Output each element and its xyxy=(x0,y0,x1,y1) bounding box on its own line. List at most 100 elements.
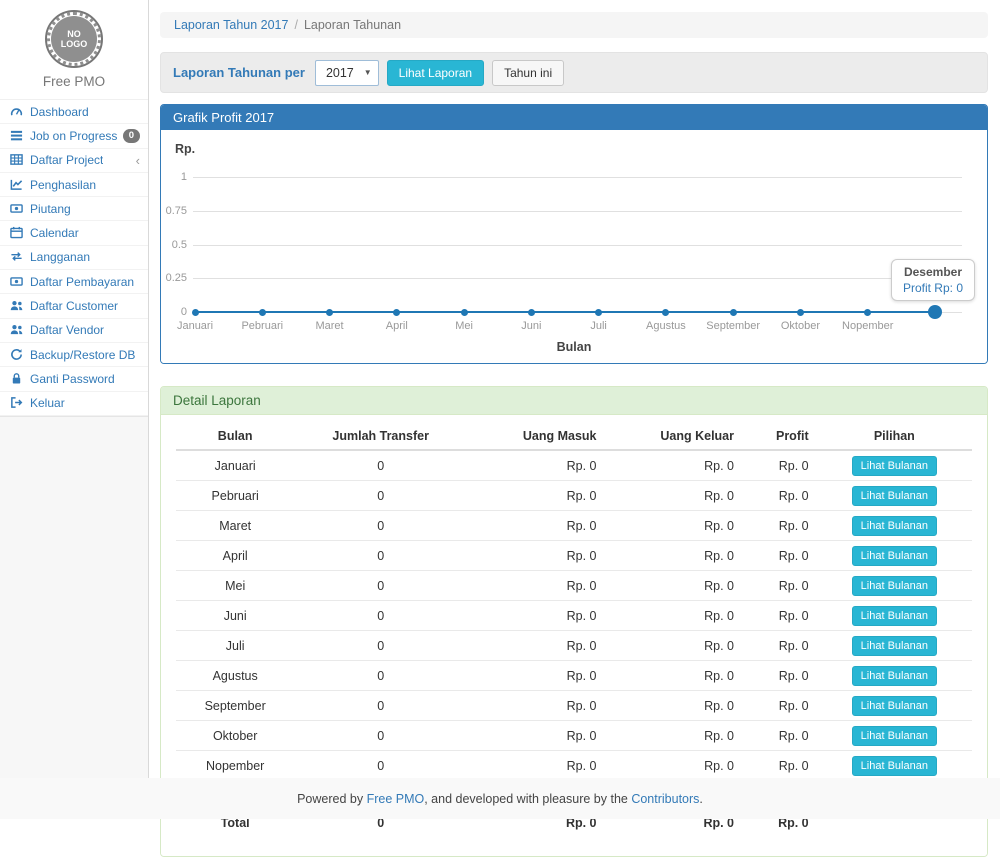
uang-keluar-cell: Rp. 0 xyxy=(605,631,743,661)
lihat-bulanan-button[interactable]: Lihat Bulanan xyxy=(852,546,937,566)
lihat-laporan-button[interactable]: Lihat Laporan xyxy=(387,60,484,86)
uang-masuk-cell: Rp. 0 xyxy=(467,481,605,511)
footer-text: Powered by Free PMO, and developed with … xyxy=(297,792,703,806)
tooltip-title: Desember xyxy=(903,265,963,279)
sidebar-item-label: Daftar Project xyxy=(30,153,103,167)
sidebar-item-langganan[interactable]: Langganan xyxy=(0,246,148,270)
sidebar-item-label: Keluar xyxy=(30,396,65,410)
x-axis-tick: Mei xyxy=(429,320,499,332)
x-axis-tick: Nopember xyxy=(833,320,903,332)
uang-keluar-cell: Rp. 0 xyxy=(605,601,743,631)
profit-cell: Rp. 0 xyxy=(742,721,817,751)
lihat-bulanan-button[interactable]: Lihat Bulanan xyxy=(852,516,937,536)
month-cell: Januari xyxy=(176,450,294,481)
profit-cell: Rp. 0 xyxy=(742,481,817,511)
lihat-bulanan-button[interactable]: Lihat Bulanan xyxy=(852,726,937,746)
sidebar: NO LOGO Free PMO Dashboard Job on Progres… xyxy=(0,0,149,778)
refresh-icon xyxy=(10,348,24,362)
column-header: Uang Masuk xyxy=(467,423,605,450)
sidebar-item-daftar-project[interactable]: Daftar Project‹ xyxy=(0,149,148,173)
sidebar-item-penghasilan[interactable]: Penghasilan xyxy=(0,173,148,197)
contributors-link[interactable]: Contributors xyxy=(631,792,699,806)
uang-masuk-cell: Rp. 0 xyxy=(467,751,605,781)
logo-block: NO LOGO Free PMO xyxy=(0,0,148,99)
sidebar-item-piutang[interactable]: Piutang xyxy=(0,197,148,221)
breadcrumb-link[interactable]: Laporan Tahun 2017 xyxy=(174,18,288,32)
lihat-bulanan-button[interactable]: Lihat Bulanan xyxy=(852,486,937,506)
sidebar-item-daftar-customer[interactable]: Daftar Customer xyxy=(0,294,148,318)
sidebar-item-ganti-password[interactable]: Ganti Password xyxy=(0,367,148,391)
data-point xyxy=(928,305,942,319)
no-logo-text: NO LOGO xyxy=(61,29,88,50)
data-point xyxy=(393,309,400,316)
tooltip-value: Profit Rp: 0 xyxy=(903,281,963,295)
sidebar-item-label: Daftar Customer xyxy=(30,299,118,313)
jumlah-transfer-cell: 0 xyxy=(294,541,467,571)
jumlah-transfer-cell: 0 xyxy=(294,631,467,661)
pilihan-cell: Lihat Bulanan xyxy=(817,721,972,751)
report-toolbar: Laporan Tahunan per 2017 ▼ Lihat Laporan… xyxy=(160,52,988,93)
sign-out-icon xyxy=(10,396,24,410)
y-axis-tick: 0.25 xyxy=(161,272,187,284)
lihat-bulanan-button[interactable]: Lihat Bulanan xyxy=(852,576,937,596)
profit-cell: Rp. 0 xyxy=(742,571,817,601)
data-point xyxy=(595,309,602,316)
profit-cell: Rp. 0 xyxy=(742,631,817,661)
page: NO LOGO Free PMO Dashboard Job on Progres… xyxy=(0,0,1000,819)
table-row: Pebruari0Rp. 0Rp. 0Rp. 0Lihat Bulanan xyxy=(176,481,972,511)
sidebar-item-dashboard[interactable]: Dashboard xyxy=(0,100,148,124)
month-cell: Mei xyxy=(176,571,294,601)
profit-cell: Rp. 0 xyxy=(742,691,817,721)
uang-keluar-cell: Rp. 0 xyxy=(605,571,743,601)
sidebar-item-backup-restore-db[interactable]: Backup/Restore DB xyxy=(0,343,148,367)
column-header: Uang Keluar xyxy=(605,423,743,450)
month-cell: Pebruari xyxy=(176,481,294,511)
uang-masuk-cell: Rp. 0 xyxy=(467,601,605,631)
no-logo-seal: NO LOGO xyxy=(45,10,103,68)
sidebar-item-calendar[interactable]: Calendar xyxy=(0,221,148,245)
sidebar-item-keluar[interactable]: Keluar xyxy=(0,392,148,416)
sidebar-item-job-on-progress[interactable]: Job on Progress0 xyxy=(0,124,148,148)
month-cell: Juni xyxy=(176,601,294,631)
lihat-bulanan-button[interactable]: Lihat Bulanan xyxy=(852,636,937,656)
sidebar-item-label: Dashboard xyxy=(30,105,89,119)
sidebar-item-daftar-pembayaran[interactable]: Daftar Pembayaran xyxy=(0,270,148,294)
lock-icon xyxy=(10,372,24,386)
detail-table: BulanJumlah TransferUang MasukUang Kelua… xyxy=(176,423,972,834)
uang-keluar-cell: Rp. 0 xyxy=(605,691,743,721)
profit-cell: Rp. 0 xyxy=(742,751,817,781)
x-axis-tick: Januari xyxy=(160,320,230,332)
footer-suffix: . xyxy=(699,792,702,806)
lihat-bulanan-button[interactable]: Lihat Bulanan xyxy=(852,666,937,686)
table-row: Agustus0Rp. 0Rp. 0Rp. 0Lihat Bulanan xyxy=(176,661,972,691)
year-select[interactable]: 2017 ▼ xyxy=(315,60,379,86)
sidebar-item-label: Penghasilan xyxy=(30,178,96,192)
main-content: Laporan Tahun 2017/Laporan Tahunan Lapor… xyxy=(150,0,1000,778)
sidebar-item-label: Piutang xyxy=(30,202,71,216)
sidebar-item-label: Job on Progress xyxy=(30,129,117,143)
retweet-icon xyxy=(10,250,24,264)
table-row: Mei0Rp. 0Rp. 0Rp. 0Lihat Bulanan xyxy=(176,571,972,601)
calendar-icon xyxy=(10,226,24,240)
jumlah-transfer-cell: 0 xyxy=(294,601,467,631)
lihat-bulanan-button[interactable]: Lihat Bulanan xyxy=(852,606,937,626)
lihat-bulanan-button[interactable]: Lihat Bulanan xyxy=(852,456,937,476)
profit-line xyxy=(195,311,935,313)
lihat-bulanan-button[interactable]: Lihat Bulanan xyxy=(852,756,937,776)
uang-masuk-cell: Rp. 0 xyxy=(467,571,605,601)
data-point xyxy=(326,309,333,316)
sidebar-item-daftar-vendor[interactable]: Daftar Vendor xyxy=(0,319,148,343)
y-axis-tick: 0.75 xyxy=(161,205,187,217)
month-cell: Oktober xyxy=(176,721,294,751)
tahun-ini-button[interactable]: Tahun ini xyxy=(492,60,564,86)
table-row: Januari0Rp. 0Rp. 0Rp. 0Lihat Bulanan xyxy=(176,450,972,481)
profit-cell: Rp. 0 xyxy=(742,541,817,571)
footer-prefix: Powered by xyxy=(297,792,366,806)
lihat-bulanan-button[interactable]: Lihat Bulanan xyxy=(852,696,937,716)
uang-masuk-cell: Rp. 0 xyxy=(467,541,605,571)
x-axis-tick: Agustus xyxy=(631,320,701,332)
pilihan-cell: Lihat Bulanan xyxy=(817,481,972,511)
free-pmo-link[interactable]: Free PMO xyxy=(367,792,425,806)
gridline xyxy=(193,245,962,246)
uang-keluar-cell: Rp. 0 xyxy=(605,751,743,781)
